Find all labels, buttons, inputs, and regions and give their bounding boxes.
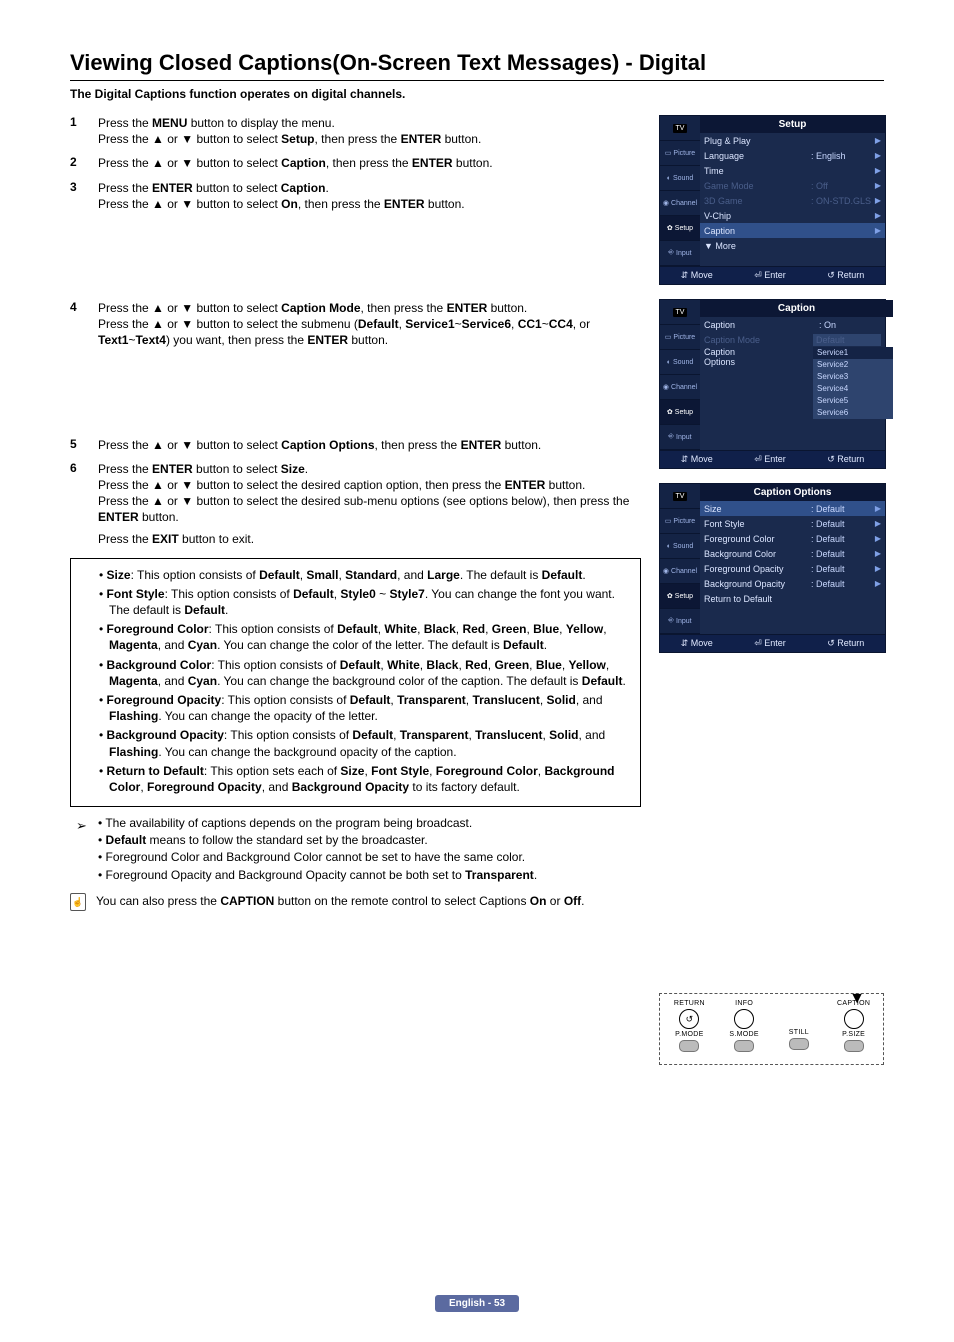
osd-tab-input[interactable]: ⎆Input (660, 241, 700, 266)
osd-row-more[interactable]: ▼ More (700, 238, 885, 253)
opt-fg: Foreground Color: This option consists o… (99, 621, 630, 653)
osd-sidebar: TV ▭Picture ◐Sound ◉Channel ✿Setup ⎆Inpu… (660, 116, 700, 266)
osd-tab-channel[interactable]: ◉Channel (660, 191, 700, 216)
osd-row-size[interactable]: Size: Default▶ (700, 501, 885, 516)
opt-bg: Background Color: This option consists o… (99, 657, 630, 689)
remote-info-label: INFO (721, 1000, 768, 1007)
osd-footer: Move Enter Return (660, 266, 885, 284)
osd-setup-panel: TV ▭Picture ◐Sound ◉Channel ✿Setup ⎆Inpu… (659, 115, 886, 285)
osd-row-returndefault[interactable]: Return to Default (700, 591, 885, 606)
note-1: The availability of captions depends on … (98, 815, 641, 831)
opt-rtd: Return to Default: This option sets each… (99, 763, 630, 795)
opt-fgo: Foreground Opacity: This option consists… (99, 692, 630, 724)
osd-caption-title: Caption (700, 300, 893, 317)
remote-psize-label: P.SIZE (830, 1031, 877, 1038)
osd-caption-options-panel: TV ▭Picture ◐Sound ◉Channel ✿Setup ⎆Inpu… (659, 483, 886, 653)
step-5: 5 Press the ▲ or ▼ button to select Capt… (70, 437, 641, 453)
input-icon: ⎆ (668, 249, 674, 257)
remote-info-button[interactable] (734, 1009, 754, 1029)
remote-psize-button[interactable] (844, 1040, 864, 1052)
osd-capmode-dropdown: Caption Options Service1 Service2 Servic… (700, 347, 893, 419)
osd-service4[interactable]: Service4 (813, 383, 893, 395)
step-3: 3 Press the ENTER button to select Capti… (70, 180, 641, 212)
osd-row-vchip[interactable]: V-Chip▶ (700, 208, 885, 223)
channel-icon: ◉ (663, 199, 669, 207)
step-2: 2 Press the ▲ or ▼ button to select Capt… (70, 155, 641, 171)
osd-row-cap[interactable]: Caption: On (700, 317, 893, 332)
osd-row-fgopacity[interactable]: Foreground Opacity: Default▶ (700, 561, 885, 576)
note-arrow-icon: ➢ (76, 817, 87, 835)
note-2: Default means to follow the standard set… (98, 832, 641, 848)
remote-pointer-icon: ▼ (849, 990, 865, 1008)
remote-smode-button[interactable] (734, 1040, 754, 1052)
page-footer: English - 53 (0, 1295, 954, 1312)
osd-service6[interactable]: Service6 (813, 407, 893, 419)
osd-tab-picture[interactable]: ▭Picture (660, 141, 700, 166)
osd-row-gamemode: Game Mode: Off▶ (700, 178, 885, 193)
options-box: Size: This option consists of Default, S… (70, 558, 641, 807)
osd-row-capopts[interactable]: Caption Options (700, 347, 735, 419)
picture-icon: ▭ (665, 149, 672, 157)
osd-footer-move: Move (681, 270, 713, 281)
step-1: 1 Press the MENU button to display the m… (70, 115, 641, 147)
osd-tab-tv[interactable]: TV (660, 116, 700, 141)
note-3: Foreground Color and Background Color ca… (98, 849, 641, 865)
remote-still-label: STILL (776, 1029, 823, 1036)
osd-row-time[interactable]: Time▶ (700, 163, 885, 178)
osd-row-bgcolor[interactable]: Background Color: Default▶ (700, 546, 885, 561)
osd-row-bgopacity[interactable]: Background Opacity: Default▶ (700, 576, 885, 591)
intro-text: The Digital Captions function operates o… (70, 87, 884, 101)
page-number: English - 53 (435, 1295, 519, 1312)
osd-caption-panel: TV ▭Picture ◐Sound ◉Channel ✿Setup ⎆Inpu… (659, 299, 886, 469)
remote-caption-button[interactable] (844, 1009, 864, 1029)
hand-icon: ☝ (70, 893, 86, 911)
remote-pmode-label: P.MODE (666, 1031, 713, 1038)
page-title: Viewing Closed Captions(On-Screen Text M… (70, 50, 884, 81)
step-4: 4 Press the ▲ or ▼ button to select Capt… (70, 300, 641, 349)
osd-column: TV ▭Picture ◐Sound ◉Channel ✿Setup ⎆Inpu… (659, 115, 884, 1065)
osd-footer-enter: Enter (754, 270, 786, 281)
remote-return-label: RETURN (666, 1000, 713, 1007)
remote-hint: ☝ You can also press the CAPTION button … (70, 893, 641, 911)
osd-row-language[interactable]: Language: English▶ (700, 148, 885, 163)
osd-row-3dgame: 3D Game: ON-STD.GLS▶ (700, 193, 885, 208)
osd-row-caption[interactable]: Caption▶ (700, 223, 885, 238)
remote-smode-label: S.MODE (721, 1031, 768, 1038)
remote-still-button[interactable] (789, 1038, 809, 1050)
opt-bgo: Background Opacity: This option consists… (99, 727, 630, 759)
osd-service1[interactable]: Service1 (813, 347, 893, 359)
osd-copts-title: Caption Options (700, 484, 885, 501)
osd-tab-setup[interactable]: ✿Setup (660, 216, 700, 241)
opt-font: Font Style: This option consists of Defa… (99, 586, 630, 618)
step-6: 6 Press the ENTER button to select Size.… (70, 461, 641, 548)
sound-icon: ◐ (667, 175, 671, 182)
notes-block: ➢ The availability of captions depends o… (70, 815, 641, 883)
osd-row-fgcolor[interactable]: Foreground Color: Default▶ (700, 531, 885, 546)
setup-icon: ✿ (667, 224, 673, 232)
note-4: Foreground Opacity and Background Opacit… (98, 867, 641, 883)
remote-diagram: ▼ RETURN ↺ P.MODE INFO S.MODE STILL (659, 993, 884, 1065)
osd-service2[interactable]: Service2 (813, 359, 893, 371)
osd-tab-sound[interactable]: ◐Sound (660, 166, 700, 191)
osd-row-capmode[interactable]: Caption ModeDefault (700, 332, 893, 347)
remote-pmode-button[interactable] (679, 1040, 699, 1052)
osd-row-plugplay[interactable]: Plug & Play▶ (700, 133, 885, 148)
osd-service3[interactable]: Service3 (813, 371, 893, 383)
opt-size: Size: This option consists of Default, S… (99, 567, 630, 583)
osd-row-font[interactable]: Font Style: Default▶ (700, 516, 885, 531)
osd-setup-title: Setup (700, 116, 885, 133)
osd-footer-return: Return (827, 270, 864, 281)
remote-return-button[interactable]: ↺ (679, 1009, 699, 1029)
instructions-column: 1 Press the MENU button to display the m… (70, 115, 641, 1065)
osd-service5[interactable]: Service5 (813, 395, 893, 407)
